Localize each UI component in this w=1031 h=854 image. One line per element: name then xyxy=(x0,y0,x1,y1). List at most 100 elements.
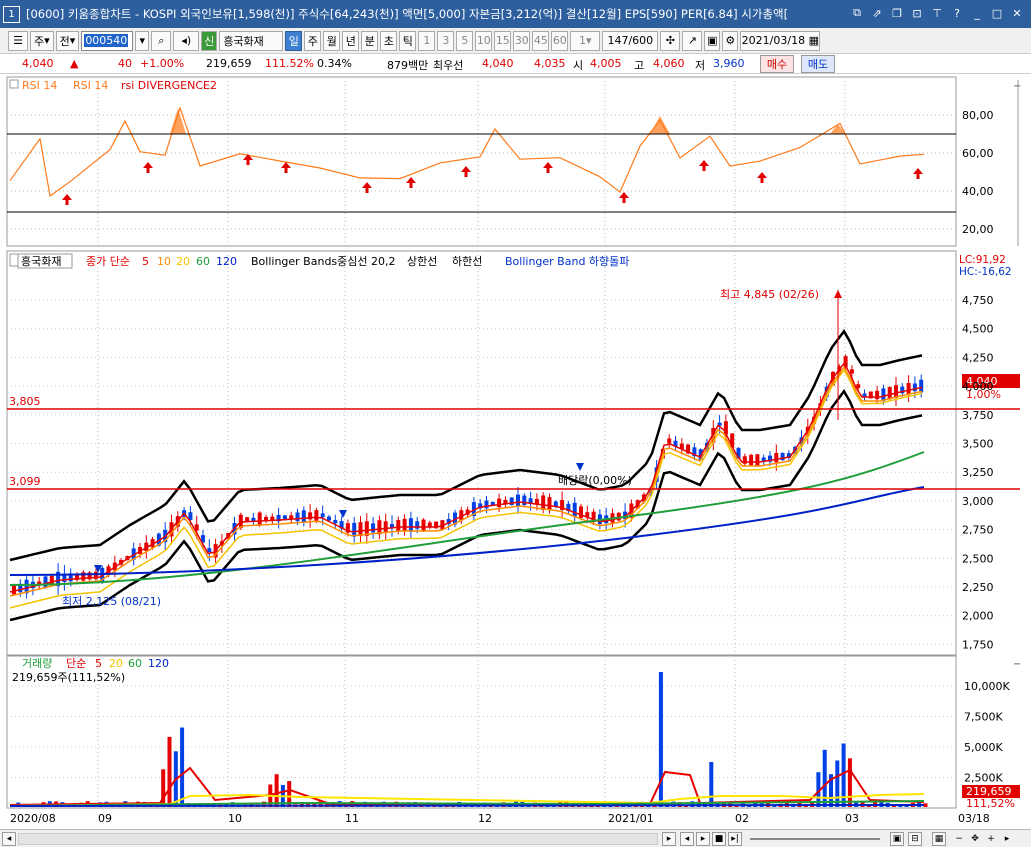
price-axis-label: 4,000 xyxy=(962,380,994,393)
toolbar: ☰ 주 ▾ 전 ▾ 000540 ▾ ⌕ ◂) 신 흥국화재 일 주 월 년 분 초… xyxy=(0,28,1031,54)
volume-axis-label: 5,000K xyxy=(964,741,1003,754)
play-icon[interactable]: ▸ xyxy=(696,832,710,846)
rsi-up-arrow-icon xyxy=(284,168,288,173)
x-axis-label: 03/18 xyxy=(958,812,990,825)
period-day[interactable]: 일 xyxy=(285,30,303,51)
share-icon[interactable]: ⇗ xyxy=(869,5,885,21)
rsi-up-arrow-icon xyxy=(916,174,920,179)
period-minute[interactable]: 분 xyxy=(361,30,379,51)
play-back-icon[interactable]: ◂ xyxy=(680,832,694,846)
minus-icon[interactable]: − xyxy=(952,832,966,846)
expand-icon[interactable]: ✥ xyxy=(968,832,982,846)
candle xyxy=(749,454,754,466)
chart-scrollbar[interactable]: ◂ ▸ ◂ ▸ ■ ▸| ▣ ⊟ ▦ − ✥ + ▸ xyxy=(0,829,1031,847)
price-axis-label: 2,000 xyxy=(962,610,994,623)
draw-icon[interactable]: ↗ xyxy=(682,30,703,51)
title-bar: 1 [0600] 키움종합차트 - KOSPI 외국인보유[1,598(천)] … xyxy=(0,0,1031,28)
period-week[interactable]: 주 xyxy=(304,30,322,51)
minimize-icon[interactable]: _ xyxy=(969,5,985,21)
candle xyxy=(333,519,338,524)
zoom-slider[interactable] xyxy=(750,838,880,840)
period-year[interactable]: 년 xyxy=(342,30,360,51)
ma10-legend: 10 xyxy=(157,255,171,268)
x-axis-label: 10 xyxy=(228,812,242,825)
open-label: 시 xyxy=(573,59,584,72)
close-icon[interactable]: ✕ xyxy=(1009,5,1025,21)
unit-select[interactable]: 1 ▾ xyxy=(570,30,601,51)
period-second[interactable]: 초 xyxy=(380,30,398,51)
bb-break-legend: Bollinger Band 하향돌파 xyxy=(505,254,629,268)
vol-ma120-legend: 120 xyxy=(148,657,169,670)
period-tick[interactable]: 틱 xyxy=(399,30,417,51)
candle xyxy=(383,521,388,532)
price-axis-label: 4,750 xyxy=(962,294,994,307)
low-price: 3,960 xyxy=(713,57,745,70)
link-icon[interactable]: ⧉ xyxy=(849,5,865,21)
sound-icon[interactable]: ◂) xyxy=(173,30,200,51)
market-select[interactable]: 전 ▾ xyxy=(55,30,80,51)
fit-icon[interactable]: ⊟ xyxy=(908,832,922,846)
scroll-left-icon[interactable]: ◂ xyxy=(2,832,16,846)
candle xyxy=(295,512,300,522)
minute-10[interactable]: 10 xyxy=(475,30,493,51)
x-axis-label: 12 xyxy=(478,812,492,825)
rsi-axis-label: 20,00 xyxy=(962,223,994,236)
stop-icon[interactable]: ■ xyxy=(712,832,726,846)
search-icon[interactable]: ⌕ xyxy=(151,30,172,51)
volume-panel-collapse-icon[interactable]: − xyxy=(1013,659,1021,670)
code-input[interactable]: 000540 xyxy=(81,30,134,51)
minute-30[interactable]: 30 xyxy=(513,30,531,51)
crosshair-icon[interactable]: ✣ xyxy=(660,30,681,51)
new-badge: 신 xyxy=(201,30,218,51)
vol-ma60-legend: 60 xyxy=(128,657,142,670)
zoom-out-icon[interactable]: ▣ xyxy=(890,832,904,846)
code-dropdown-icon[interactable]: ▾ xyxy=(135,30,150,51)
menu-icon[interactable]: ☰ xyxy=(8,30,28,51)
sell-button[interactable]: 매도 xyxy=(801,55,835,73)
mode-select[interactable]: 주 ▾ xyxy=(30,30,54,51)
count-field[interactable]: 147/600 xyxy=(602,30,659,51)
help-icon[interactable]: ? xyxy=(949,5,965,21)
candle xyxy=(207,548,212,553)
minute-60[interactable]: 60 xyxy=(551,30,569,51)
restore-icon[interactable]: ❐ xyxy=(889,5,905,21)
scroll-track[interactable] xyxy=(18,833,658,845)
minute-1[interactable]: 1 xyxy=(418,30,436,51)
minute-15[interactable]: 15 xyxy=(494,30,512,51)
minute-45[interactable]: 45 xyxy=(532,30,550,51)
pin-icon[interactable]: ⊤ xyxy=(929,5,945,21)
play-right-icon[interactable]: ▸ xyxy=(1000,832,1014,846)
settings-icon[interactable]: ⚙ xyxy=(722,30,739,51)
x-axis-label: 11 xyxy=(345,812,359,825)
volume-bar xyxy=(923,803,928,807)
candle xyxy=(856,384,861,389)
plus-icon[interactable]: + xyxy=(984,832,998,846)
candle xyxy=(862,393,867,397)
panel-collapse-icon[interactable]: − xyxy=(1013,81,1021,92)
grid-icon[interactable]: ▦ xyxy=(932,832,946,846)
scroll-right-icon[interactable]: ▸ xyxy=(662,832,676,846)
high-note: 최고 4,845 (02/26) xyxy=(720,288,819,301)
chart-area[interactable]: − − 3,805 3,099 RSI 14 RSI 14 rsi DIVERG… xyxy=(0,75,1031,829)
up-arrow-icon: ▲ xyxy=(70,57,79,70)
minute-5[interactable]: 5 xyxy=(456,30,474,51)
candle xyxy=(327,516,331,521)
vol-legend-ma: 단순 xyxy=(66,657,86,670)
arrange-icon[interactable]: ⊡ xyxy=(909,5,925,21)
candle xyxy=(371,523,376,533)
price-change-pct: +1.00% xyxy=(140,57,185,70)
minute-3[interactable]: 3 xyxy=(437,30,455,51)
candle xyxy=(667,438,672,444)
step-icon[interactable]: ▸| xyxy=(728,832,742,846)
candle xyxy=(572,502,577,517)
save-icon[interactable]: ▣ xyxy=(704,30,721,51)
rsi-legend-1: RSI 14 xyxy=(22,79,57,92)
lc-label: LC:91,92 xyxy=(959,254,1006,266)
date-field[interactable]: 2021/03/18 ▦ xyxy=(740,30,821,51)
period-month[interactable]: 월 xyxy=(323,30,341,51)
candle xyxy=(919,379,924,393)
x-axis-label: 2021/01 xyxy=(608,812,654,825)
buy-button[interactable]: 매수 xyxy=(760,55,794,73)
candle xyxy=(314,510,319,521)
maximize-icon[interactable]: □ xyxy=(989,5,1005,21)
